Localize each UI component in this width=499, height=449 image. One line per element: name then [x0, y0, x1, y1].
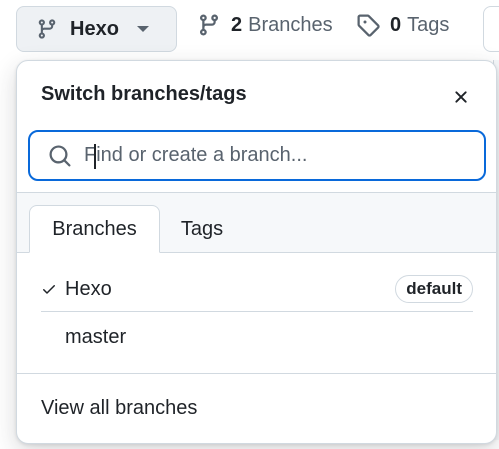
- branch-search-input[interactable]: [84, 144, 464, 167]
- list-item-hexo[interactable]: Hexo default: [41, 265, 473, 313]
- branch-search-box[interactable]: [28, 130, 486, 181]
- branches-link[interactable]: 2 Branches: [197, 13, 333, 37]
- check-icon: [43, 285, 55, 294]
- dropdown-header: Switch branches/tags: [17, 61, 496, 129]
- text-cursor: [94, 144, 96, 169]
- branch-select-label: Hexo: [70, 17, 119, 40]
- divider: [41, 311, 473, 312]
- branch-select-button[interactable]: Hexo: [16, 6, 177, 52]
- caret-down-icon: [136, 26, 149, 32]
- branch-name: master: [65, 325, 127, 348]
- default-badge: default: [395, 275, 473, 303]
- branches-label: Branches: [248, 13, 333, 36]
- tab-branches[interactable]: Branches: [29, 205, 160, 253]
- dropdown-title: Switch branches/tags: [41, 83, 247, 105]
- tags-label: Tags: [407, 13, 450, 36]
- branches-count: 2: [231, 13, 243, 36]
- switch-branches-dropdown: Switch branches/tags Branches Tags Hexo …: [16, 60, 497, 444]
- tab-tags[interactable]: Tags: [162, 205, 242, 253]
- branch-name: Hexo: [65, 277, 112, 300]
- tags-count: 0: [390, 13, 402, 36]
- close-button[interactable]: [443, 79, 479, 115]
- tags-link[interactable]: 0 Tags: [356, 13, 449, 37]
- divider: [17, 192, 496, 193]
- close-icon: [455, 91, 467, 103]
- list-item-master[interactable]: master: [41, 313, 473, 361]
- view-all-branches-link[interactable]: View all branches: [41, 397, 197, 420]
- git-branch-icon: [38, 19, 56, 39]
- tag-icon: [357, 14, 380, 37]
- git-branch-icon: [199, 14, 218, 36]
- partial-button[interactable]: [483, 6, 499, 52]
- search-icon: [49, 145, 71, 167]
- divider: [17, 373, 496, 374]
